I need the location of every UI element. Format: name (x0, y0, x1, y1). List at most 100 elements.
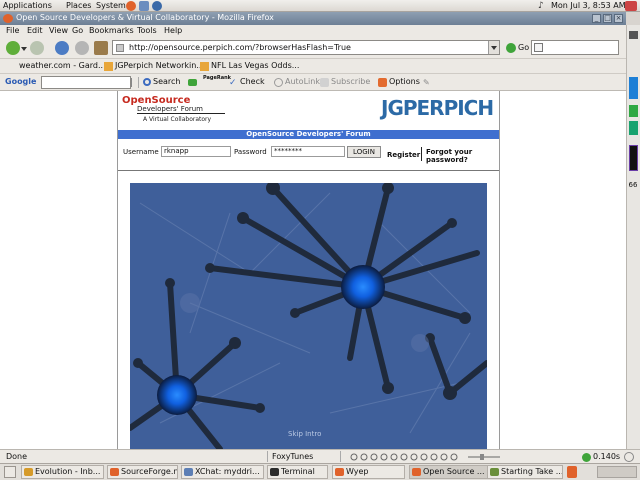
task-evolution[interactable]: Evolution - Inb... (21, 465, 104, 479)
mail-launcher-icon[interactable] (139, 1, 149, 11)
search-engine-icon[interactable] (534, 43, 543, 52)
bookmark-weather[interactable]: weather.com - Gard... (19, 61, 106, 70)
google-search-icon[interactable] (143, 78, 151, 86)
options-icon[interactable] (378, 78, 387, 87)
task-xchat[interactable]: XChat: myddri... (181, 465, 264, 479)
subscribe-button[interactable]: Subscribe (331, 77, 370, 86)
neuron-artwork (130, 183, 487, 449)
menu-applications[interactable]: Applications (3, 1, 52, 10)
menu-bookmarks[interactable]: Bookmarks (89, 26, 134, 35)
jgperpich-logo[interactable]: JGPERPICH (381, 96, 494, 120)
skip-intro-link[interactable]: Skip Intro (288, 430, 321, 438)
minimize-button[interactable]: _ (592, 14, 601, 23)
pagerank-label[interactable]: PageRank (203, 75, 231, 81)
options-button[interactable]: Options (389, 77, 420, 86)
quit-icon[interactable] (625, 1, 637, 11)
bookmark-jgperpich[interactable]: JGPerpich Networkin... (115, 61, 204, 70)
bookmark-nfl[interactable]: NFL Las Vegas Odds... (211, 61, 299, 70)
task-wyep[interactable]: Wyep (332, 465, 405, 479)
status-bar: Done FoxyTunes 0.140s (0, 449, 640, 463)
task-label: Open Source ... (423, 467, 485, 476)
right-side-panel[interactable]: 66 (626, 25, 640, 449)
taskbar: Evolution - Inb... SourceForge.n... XCha… (0, 463, 640, 480)
google-search-button[interactable]: Search (153, 77, 180, 86)
status-text: Done (6, 452, 28, 461)
forward-icon[interactable] (30, 41, 44, 55)
menu-file[interactable]: File (6, 26, 19, 35)
task-app-icon (412, 468, 421, 476)
go-label[interactable]: Go (518, 43, 529, 52)
panel-icon[interactable] (629, 31, 638, 39)
task-open-source[interactable]: Open Source ... (409, 465, 489, 479)
task-label: SourceForge.n... (121, 467, 178, 476)
menu-places[interactable]: Places (66, 1, 91, 10)
workspace-switcher[interactable] (597, 466, 637, 478)
pagerank-icon (188, 79, 197, 86)
panel-blue-indicator[interactable] (629, 77, 638, 99)
go-icon[interactable] (506, 43, 516, 53)
music-note-icon[interactable]: ♪ (538, 1, 546, 11)
spellcheck-icon[interactable]: ✓ (229, 78, 240, 88)
register-link[interactable]: Register (387, 151, 420, 159)
menu-help[interactable]: Help (164, 26, 182, 35)
status-divider (267, 451, 268, 462)
close-button[interactable]: × (614, 14, 623, 23)
spellcheck-button[interactable]: Check (240, 77, 265, 86)
window-titlebar[interactable]: Open Source Developers & Virtual Collabo… (0, 12, 626, 25)
status-divider (340, 451, 341, 462)
panel-teal-indicator[interactable] (629, 121, 638, 135)
reload-icon[interactable] (55, 41, 69, 55)
task-label: Wyep (346, 467, 369, 476)
forum-banner: OpenSource Developers' Forum (118, 130, 499, 139)
clock[interactable]: Mon Jul 3, 8:53 AM (551, 1, 626, 10)
password-field[interactable]: ******** (271, 146, 345, 157)
firefox-window-icon[interactable] (3, 14, 13, 23)
search-input[interactable] (531, 40, 619, 55)
username-field[interactable]: rknapp (161, 146, 231, 157)
password-label: Password (234, 148, 267, 156)
back-icon[interactable] (6, 41, 20, 55)
menu-system[interactable]: System (96, 1, 126, 10)
pencil-icon[interactable]: ✎ (423, 78, 432, 87)
task-label: Starting Take ... (501, 467, 563, 476)
firefox-launcher-icon[interactable] (126, 1, 136, 11)
panel-green-indicator[interactable] (629, 105, 638, 117)
menu-go[interactable]: Go (72, 26, 83, 35)
show-desktop-icon[interactable] (4, 466, 16, 478)
menu-view[interactable]: View (49, 26, 68, 35)
task-app-icon (490, 468, 499, 476)
google-search-input[interactable] (41, 76, 131, 89)
logo-divider (137, 113, 225, 114)
autolink-button[interactable]: AutoLink (285, 77, 320, 86)
google-logo[interactable]: Google (5, 77, 36, 86)
status-settings-icon[interactable] (624, 452, 634, 462)
url-dropdown-button[interactable] (488, 41, 499, 54)
top-panel: Applications Places System ♪ Mon Jul 3, … (0, 0, 640, 12)
panel-dark-indicator[interactable] (629, 145, 638, 171)
task-starting-take[interactable]: Starting Take ... (487, 465, 563, 479)
autolink-icon[interactable] (274, 78, 283, 87)
url-bar[interactable]: http://opensource.perpich.com/?browserHa… (112, 40, 500, 55)
forgot-password-link-line2[interactable]: password? (426, 156, 468, 164)
tray-icon[interactable] (567, 466, 577, 478)
subscribe-icon[interactable] (320, 78, 329, 87)
forum-logo-subtitle: Developers' Forum (137, 105, 203, 113)
forum-logo-tagline: A Virtual Collaboratory (143, 116, 212, 123)
player-buttons-icon (350, 453, 500, 461)
maximize-button[interactable]: □ (603, 14, 612, 23)
login-button[interactable]: LOGIN (347, 146, 381, 158)
task-terminal[interactable]: Terminal (267, 465, 328, 479)
foxytunes-label[interactable]: FoxyTunes (272, 452, 313, 461)
menu-edit[interactable]: Edit (27, 26, 43, 35)
foxytunes-controls[interactable] (350, 453, 510, 461)
task-label: Terminal (281, 467, 315, 476)
back-dropdown-icon[interactable] (21, 47, 27, 51)
forgot-password-link-line1[interactable]: Forgot your (426, 148, 472, 156)
menu-tools[interactable]: Tools (137, 26, 157, 35)
stop-icon[interactable] (75, 41, 89, 55)
flash-intro[interactable]: Skip Intro (130, 183, 487, 449)
task-sourceforge[interactable]: SourceForge.n... (107, 465, 178, 479)
task-app-icon (335, 468, 344, 476)
home-icon[interactable] (94, 41, 108, 55)
help-launcher-icon[interactable] (152, 1, 162, 11)
